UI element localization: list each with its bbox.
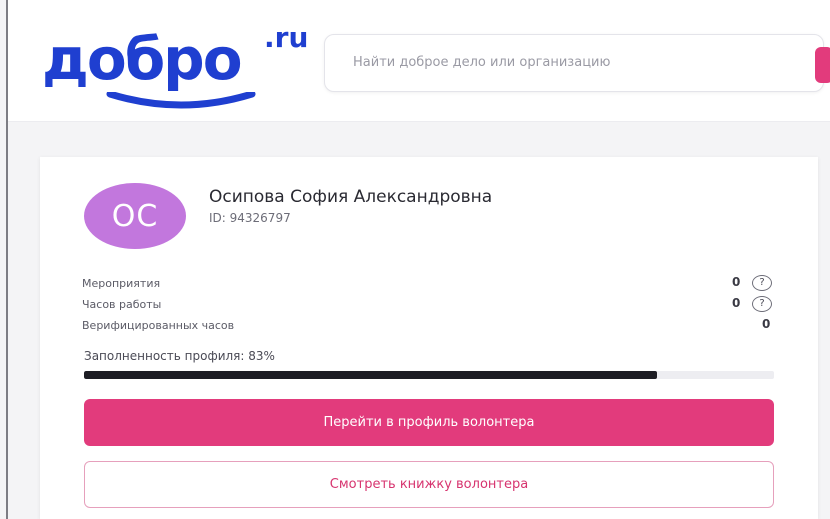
help-icon[interactable]: ? [752,275,772,291]
stat-hours: Часов работы 0 ? [82,296,782,314]
stat-verified-hours: Верифицированных часов 0 [82,317,782,335]
help-icon[interactable]: ? [752,296,772,312]
page: добро .ru Найти доброе дело или организа… [0,0,830,519]
view-volunteer-book-button[interactable]: Смотреть книжку волонтера [84,461,774,508]
profile-completion-label: Заполненность профиля: 83% [84,349,275,363]
profile-completion-bar [84,371,774,379]
profile-completion-fill [84,371,657,379]
volunteer-card: ОС Осипова София Александровна ID: 94326… [40,157,818,519]
search-placeholder: Найти доброе дело или организацию [353,55,611,70]
logo-domain: .ru [264,21,309,54]
avatar: ОС [84,183,186,249]
logo-word: добро [42,25,243,93]
avatar-initials: ОС [111,198,159,234]
stat-value: 0 [732,296,741,310]
stat-value: 0 [762,317,771,331]
site-header: добро .ru Найти доброе дело или организа… [8,0,830,122]
search-input[interactable]: Найти доброе дело или организацию [324,34,830,92]
stat-events: Мероприятия 0 ? [82,275,782,293]
dobro-logo[interactable]: добро .ru [42,18,332,109]
stat-label: Часов работы [82,298,162,311]
stat-label: Мероприятия [82,277,161,290]
search-button[interactable] [815,47,830,83]
stat-value: 0 [732,275,741,289]
go-to-volunteer-profile-button[interactable]: Перейти в профиль волонтера [84,399,774,446]
user-id: ID: 94326797 [209,211,291,225]
user-name: Осипова София Александровна [209,187,493,207]
stat-label: Верифицированных часов [82,319,235,332]
logo-smile-icon [106,92,256,109]
